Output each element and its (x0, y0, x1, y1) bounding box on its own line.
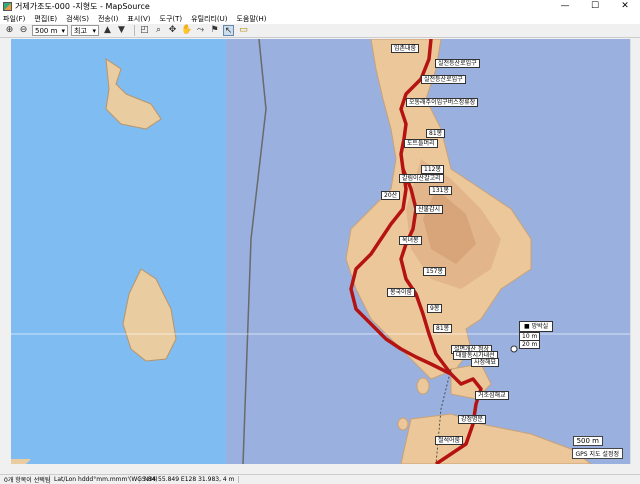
waypoint-label[interactable]: 실전등산로입구 (435, 59, 480, 68)
hand-tool-icon[interactable]: ✋ (181, 25, 192, 36)
waypoint-label[interactable]: 사정해묘 (471, 358, 500, 367)
waypoint-label[interactable]: 실전등산로입구 (421, 75, 466, 84)
waypoint-label[interactable]: 9봉 (427, 304, 443, 313)
menu-file[interactable]: 파일(F) (3, 14, 25, 24)
horizontal-scrollbar[interactable] (11, 464, 630, 474)
close-button[interactable]: ✕ (610, 0, 640, 13)
islet-2 (397, 417, 409, 431)
zoom-out-icon[interactable]: ⊖ (18, 25, 29, 36)
pan-tool-icon[interactable]: ✥ (167, 25, 178, 36)
status-selection: 0개 항목이 선택됨 (0, 475, 50, 484)
zoom-in-icon[interactable]: ⊕ (4, 25, 15, 36)
menu-help[interactable]: 도움말(H) (236, 14, 266, 24)
scale-indicator: 500 m (572, 436, 603, 446)
scale-select-value: 500 m (35, 26, 58, 35)
gps-setting-box[interactable]: GPS 지도 설정정 (571, 448, 623, 459)
island-north (105, 57, 162, 130)
islet-1 (416, 377, 430, 395)
receive-from-device-icon[interactable]: ▼ (116, 25, 127, 36)
title-bar: 거제가조도-000 -지형도 - MapSource — ☐ ✕ (0, 0, 640, 13)
detail-select-value: 최고 (74, 26, 87, 35)
waypoint-label[interactable]: 오동래주이입구버스정류장 (406, 98, 479, 107)
measure-tool-icon[interactable]: ▭ (237, 25, 250, 36)
menu-utilities[interactable]: 유틸리티(U) (191, 14, 227, 24)
vertical-scrollbar[interactable] (630, 39, 640, 464)
waypoint-label[interactable]: 131봉 (429, 186, 452, 195)
waypoint-label[interactable]: 철석어룸 (435, 436, 464, 445)
scale-select[interactable]: 500 m ▾ (32, 25, 68, 36)
detail-select[interactable]: 최고 ▾ (71, 25, 99, 36)
map-canvas[interactable] (11, 39, 630, 464)
menu-tools[interactable]: 도구(T) (160, 14, 183, 24)
select-tool-icon[interactable]: ↖ (223, 25, 234, 36)
status-position: N34 55.849 E128 31.983, 4 m (140, 476, 240, 483)
status-coord-format: Lat/Lon hddd°mm.mmm'(WGS 84) (50, 476, 158, 483)
waypoint-label[interactable]: 임촌내룸 (391, 44, 420, 53)
waypoint-label[interactable]: 157봉 (423, 267, 446, 276)
waypoint-label[interactable]: 산불감시 (415, 205, 444, 214)
waypoint-label[interactable]: 도트들머리 (404, 139, 438, 148)
window-title: 거제가조도-000 -지형도 - MapSource (15, 2, 150, 11)
chevron-down-icon: ▾ (61, 26, 65, 35)
waypoint-label[interactable]: 옥녀봉 (399, 236, 422, 245)
maximize-button[interactable]: ☐ (580, 0, 610, 13)
map-view[interactable]: 임촌내룸 실전등산로입구 실전등산로입구 오동래주이입구버스정류장 81봉 도트… (11, 39, 630, 464)
toolbar: ⊕ ⊖ 500 m ▾ 최고 ▾ ▲ ▼ ◰ ⌕ ✥ ✋ ⤳ ⚑ ↖ ▭ (0, 24, 640, 38)
waypoint-label[interactable]: 20산 (381, 191, 401, 200)
map-tool-icon[interactable]: ◰ (139, 25, 150, 36)
zoom-tool-icon[interactable]: ⌕ (153, 25, 164, 36)
chevron-down-icon: ▾ (92, 26, 96, 35)
waypoint-label[interactable]: 거조섬해교 (475, 391, 509, 400)
location-marker-icon[interactable] (510, 345, 518, 353)
menu-edit[interactable]: 편집(E) (34, 14, 57, 24)
toolbar-divider (134, 25, 135, 36)
window-controls: — ☐ ✕ (550, 0, 640, 13)
app-icon (3, 2, 12, 11)
status-bar: 0개 항목이 선택됨 Lat/Lon hddd°mm.mmm'(WGS 84) … (0, 474, 640, 484)
waypoint-label[interactable]: 갈림이산갈고리 (399, 174, 444, 183)
menu-transfer[interactable]: 전송(I) (98, 14, 118, 24)
island-central (122, 268, 177, 362)
callout-title: ■ 망박실 (524, 323, 549, 330)
waypoint-label[interactable]: 112봉 (421, 165, 444, 174)
minimize-button[interactable]: — (550, 0, 580, 13)
waypoint-label[interactable]: 81봉 (433, 324, 453, 333)
route-tool-icon[interactable]: ⤳ (195, 25, 206, 36)
left-panel-strip (0, 39, 11, 474)
waypoint-label[interactable]: 강정명문 (458, 415, 487, 424)
menu-view[interactable]: 표시(V) (127, 14, 150, 24)
waypoint-label[interactable]: 봉국이룸 (387, 288, 416, 297)
send-to-device-icon[interactable]: ▲ (102, 25, 113, 36)
waypoint-label[interactable]: 81봉 (426, 129, 446, 138)
waypoint-tool-icon[interactable]: ⚑ (209, 25, 220, 36)
menu-bar: 파일(F) 편집(E) 검색(S) 전송(I) 표시(V) 도구(T) 유틸리티… (0, 13, 640, 24)
menu-search[interactable]: 검색(S) (66, 14, 89, 24)
callout-elevation-2: 20 m (519, 340, 541, 349)
waypoint-callout[interactable]: ■ 망박실 (519, 321, 554, 332)
